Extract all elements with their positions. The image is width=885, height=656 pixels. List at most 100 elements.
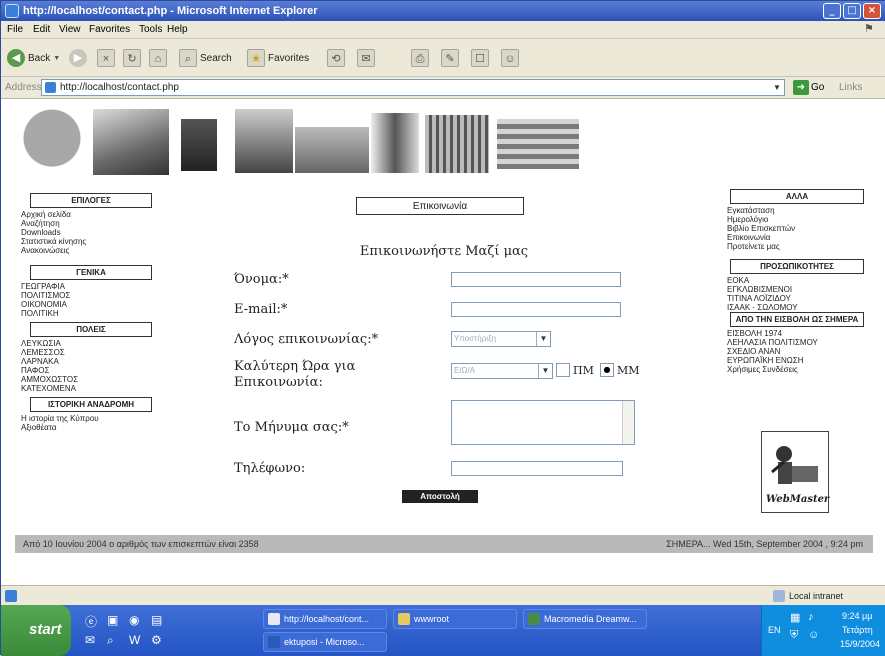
close-button[interactable]: × [863,3,881,19]
nav-link[interactable]: ΠΟΛΙΤΙΚΗ [21,309,161,318]
nav-link[interactable]: Ημερολόγιο [727,215,867,224]
nav-link[interactable]: ΕΟΚΑ [727,276,867,285]
nav-link[interactable]: Downloads [21,228,161,237]
forward-arrow-icon: ▶ [69,49,87,67]
task-word[interactable]: ektuposi - Microso... [263,632,387,652]
title-bar[interactable]: http://localhost/contact.php - Microsoft… [1,1,885,21]
nav-link[interactable]: ΙΣΑΑΚ - ΣΩΛΟΜΟΥ [727,303,867,312]
nav-link[interactable]: Βιβλίο Επισκεπτών [727,224,867,233]
tray-security-icon[interactable]: ⛨ [790,629,798,642]
nav-link[interactable]: Η ιστορία της Κύπρου [21,414,161,423]
done-icon [5,590,17,602]
mail-quicklaunch-icon[interactable]: ✉ [85,633,95,647]
nav-link[interactable]: Ανακοινώσεις [21,246,161,255]
stop-button[interactable]: × [97,48,115,68]
print-icon: ⎙ [411,49,429,67]
forward-button[interactable]: ▶ [69,48,87,68]
task-ie-window[interactable]: http://localhost/cont... [263,609,387,629]
nav-link[interactable]: ΠΟΛΙΤΙΣΜΟΣ [21,291,161,300]
nav-link[interactable]: ΕΥΡΩΠΑΪΚΗ ΕΝΩΣΗ [727,356,867,365]
task-dreamweaver[interactable]: Macromedia Dreamw... [523,609,647,629]
clock-date: 15/9/2004 [840,639,881,649]
mm-radio[interactable]: ● [600,363,614,377]
nav-link[interactable]: Προτείνετε μας [727,242,867,251]
star-icon: ★ [247,49,265,67]
address-dropdown-icon[interactable]: ▼ [770,80,784,95]
nav-link[interactable]: ΛΑΡΝΑΚΑ [21,357,161,366]
home-icon: ⌂ [149,49,167,67]
messenger-button[interactable]: ☺ [501,48,519,68]
reason-select[interactable]: Υποστήριξη ▼ [451,331,551,347]
settings-quicklaunch-icon[interactable]: ⚙ [151,633,162,647]
media-quicklaunch-icon[interactable]: ◉ [129,613,139,627]
print-button[interactable]: ⎙ [411,48,429,68]
discuss-button[interactable]: ☐ [471,48,489,68]
webmaster-logo[interactable]: WebMaster [761,431,829,513]
message-textarea[interactable] [451,400,635,445]
folder-quicklaunch-icon[interactable]: ▤ [151,613,162,627]
tray-msn-icon[interactable]: ☺ [808,629,819,641]
nav-link[interactable]: ΚΑΤΕΧΟΜΕΝΑ [21,384,161,393]
nav-link[interactable]: Επικοινωνία [727,233,867,242]
columns-image [425,115,489,173]
nav-link[interactable]: Χρήσιμες Συνδέσεις [727,365,867,374]
favorites-button[interactable]: ★ Favorites [247,48,309,68]
menu-favorites[interactable]: Favorites [89,24,130,35]
time-select[interactable]: Ε/Ω/Α ▼ [451,363,553,379]
start-button[interactable]: start [1,605,71,656]
menu-edit[interactable]: Edit [33,24,50,35]
back-button[interactable]: ◀ Back ▼ [7,48,60,68]
search-button[interactable]: ⌕ Search [179,48,232,68]
nav-link[interactable]: ΕΓΚΛΩΒΙΣΜΕΝΟΙ [727,285,867,294]
task-wwwroot[interactable]: wwwroot [393,609,517,629]
name-input[interactable] [451,272,621,287]
links-label[interactable]: Links [839,82,862,93]
maximize-button[interactable]: □ [843,3,861,19]
nav-link[interactable]: ΕΙΣΒΟΛΗ 1974 [727,329,867,338]
go-button[interactable]: ➜ Go [793,80,824,95]
nav-link[interactable]: Εγκατάσταση [727,206,867,215]
refresh-button[interactable]: ↻ [123,48,141,68]
clock-time[interactable]: 9:24 μμ [842,611,872,621]
address-label: Address [5,82,42,93]
nav-link[interactable]: ΛΕΗΛΑΣΙΑ ΠΟΛΙΤΙΣΜΟΥ [727,338,867,347]
search-quicklaunch-icon[interactable]: ⌕ [107,633,114,648]
edit-button[interactable]: ✎ [441,48,459,68]
nav-link[interactable]: Αξιοθέατα [21,423,161,432]
nav-link[interactable]: Στατιστικά κίνησης [21,237,161,246]
nav-link[interactable]: ΛΕΜΕΣΣΟΣ [21,348,161,357]
pm-radio[interactable] [556,363,570,377]
nav-link[interactable]: ΟΙΚΟΝΟΜΙΑ [21,300,161,309]
menu-help[interactable]: Help [167,24,188,35]
desktop-quicklaunch-icon[interactable]: ▣ [107,613,118,627]
nav-link[interactable]: ΑΜΜΟΧΩΣΤΟΣ [21,375,161,384]
nav-link[interactable]: ΣΧΕΔΙΟ ΑΝΑΝ [727,347,867,356]
history-button[interactable]: ⟲ [327,48,345,68]
submit-button[interactable]: Αποστολή [402,490,478,503]
nav-link[interactable]: ΠΑΦΟΣ [21,366,161,375]
tray-volume-icon[interactable]: ♪ [808,611,814,623]
home-button[interactable]: ⌂ [149,48,167,68]
nav-link[interactable]: ΛΕΥΚΩΣΙΑ [21,339,161,348]
menu-tools[interactable]: Tools [139,24,162,35]
left-section-title: ΕΠΙΛΟΓΕΣ [30,193,152,208]
nav-link[interactable]: Αρχική σελίδα [21,210,161,219]
email-label: E-mail:* [234,302,288,317]
contact-tab[interactable]: Επικοινωνία [356,197,524,215]
email-input[interactable] [451,302,621,317]
menu-view[interactable]: View [59,24,81,35]
menu-file[interactable]: File [7,24,23,35]
tray-network-icon[interactable]: ▦ [790,611,800,624]
message-label: Το Μήνυμα σας:* [234,420,349,435]
minimize-button[interactable]: _ [823,3,841,19]
mail-button[interactable]: ✉ [357,48,375,68]
textarea-scrollbar[interactable] [622,401,634,444]
address-input[interactable]: http://localhost/contact.php ▼ [41,79,785,96]
language-indicator[interactable]: EN [768,625,781,635]
ie-quicklaunch-icon[interactable]: ⓔ [85,613,97,630]
nav-link[interactable]: Αναζήτηση [21,219,161,228]
nav-link[interactable]: ΓΕΩΓΡΑΦΙΑ [21,282,161,291]
nav-link[interactable]: ΤΙΤΙΝΑ ΛΟΪΖΙΔΟΥ [727,294,867,303]
phone-input[interactable] [451,461,623,476]
word-quicklaunch-icon[interactable]: W [129,633,140,647]
